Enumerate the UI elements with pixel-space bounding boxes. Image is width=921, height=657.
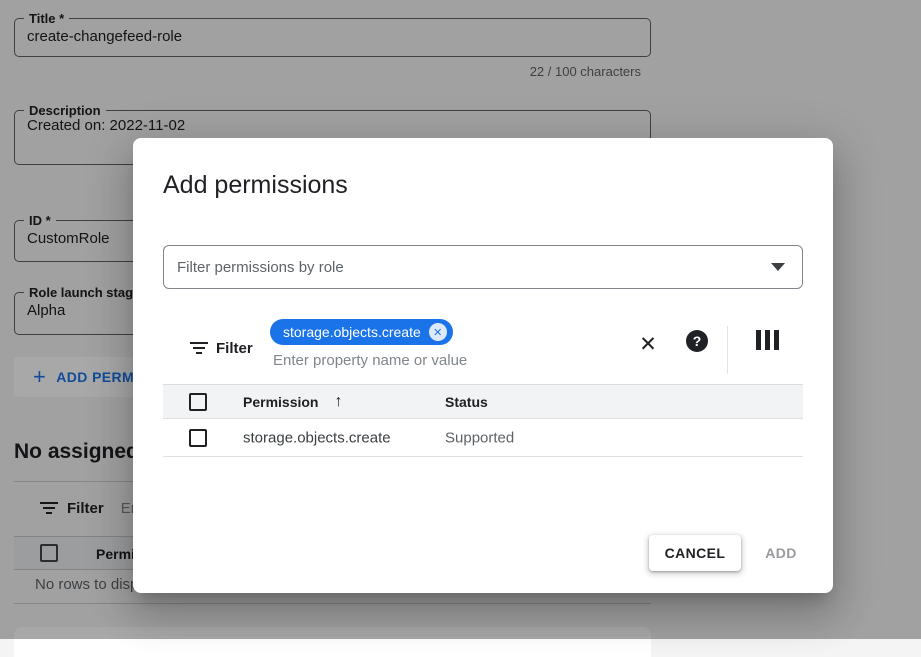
- chip-remove-icon[interactable]: [429, 323, 447, 341]
- cancel-button[interactable]: CANCEL: [649, 535, 741, 571]
- add-button[interactable]: ADD: [749, 535, 813, 571]
- filter-chip-label: storage.objects.create: [283, 324, 421, 340]
- dialog-title: Add permissions: [163, 171, 348, 200]
- filter-chip[interactable]: storage.objects.create: [270, 319, 453, 345]
- row-permission-cell: storage.objects.create: [243, 429, 391, 446]
- select-all-checkbox[interactable]: [189, 393, 207, 411]
- chevron-down-icon: [771, 263, 785, 271]
- filter-icon: [190, 342, 208, 354]
- row-checkbox[interactable]: [189, 429, 207, 447]
- help-icon[interactable]: [686, 330, 708, 352]
- add-permissions-dialog: Add permissions Filter permissions by ro…: [133, 138, 833, 593]
- clear-filter-icon[interactable]: [633, 329, 663, 359]
- role-select-placeholder: Filter permissions by role: [177, 259, 344, 276]
- column-settings-icon[interactable]: [756, 330, 779, 350]
- toolbar-divider: [727, 326, 728, 374]
- status-column-header: Status: [445, 394, 488, 410]
- filter-permissions-by-role-select[interactable]: Filter permissions by role: [163, 245, 803, 289]
- permissions-table-header: Permission Status: [163, 385, 803, 419]
- permission-column-header: Permission: [243, 394, 318, 410]
- dialog-filter-label: Filter: [216, 340, 253, 357]
- table-row[interactable]: storage.objects.create Supported: [163, 419, 803, 457]
- dialog-filter-toolbar: Filter storage.objects.create: [163, 315, 803, 385]
- sort-ascending-icon[interactable]: [334, 394, 342, 410]
- permissions-table: Permission Status storage.objects.create…: [163, 385, 803, 457]
- row-status-cell: Supported: [445, 429, 514, 446]
- dialog-filter-input[interactable]: [273, 352, 603, 369]
